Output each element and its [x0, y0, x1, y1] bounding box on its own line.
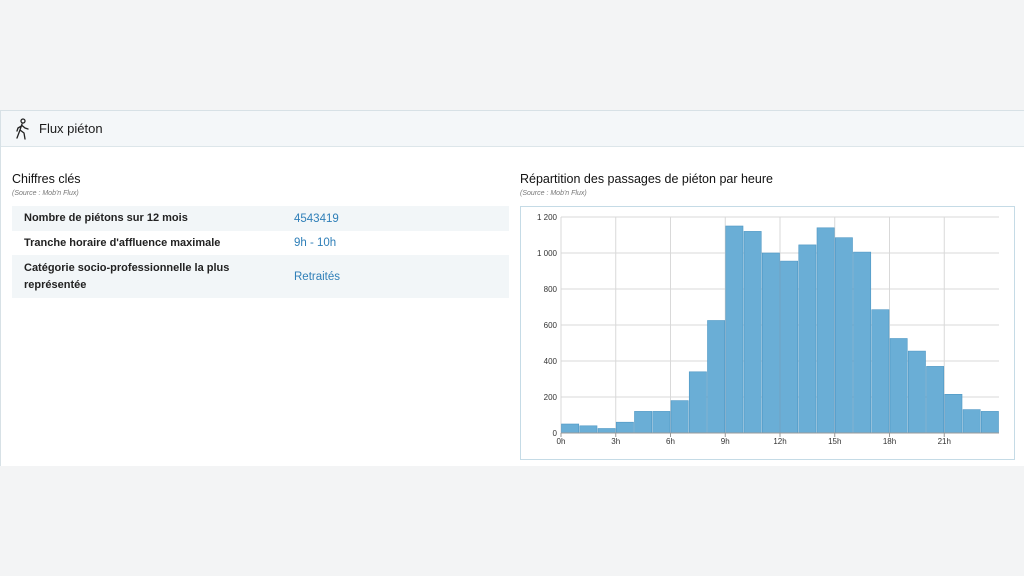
- row-label: Catégorie socio-professionnelle la plus …: [24, 261, 230, 291]
- histogram-bar: [561, 423, 580, 434]
- histogram-bar: [615, 421, 634, 434]
- histogram-bar: [798, 244, 817, 434]
- row-value: 9h - 10h: [294, 237, 337, 249]
- histogram-bar: [926, 366, 945, 434]
- row-value: Retraités: [294, 270, 341, 283]
- x-tick-label: 21h: [938, 437, 951, 446]
- histogram-bar: [688, 371, 707, 434]
- row-value: 4543419: [294, 212, 339, 225]
- histogram-bar: [707, 320, 726, 434]
- histogram-bar: [834, 237, 853, 434]
- pedestrian-walking-icon: [16, 117, 29, 140]
- x-tick-label: 12h: [773, 437, 786, 446]
- x-tick-label: 18h: [883, 437, 896, 446]
- histogram-bar: [871, 309, 890, 434]
- histogram-bar: [889, 338, 908, 434]
- histogram-bar: [725, 225, 744, 434]
- key-figures-table: Nombre de piétons sur 12 mois 4543419 Tr…: [12, 206, 509, 298]
- chart-source: (Source : Mob'n Flux): [520, 190, 587, 197]
- key-figures-title: Chiffres clés: [12, 172, 81, 186]
- histogram-bar: [980, 411, 999, 434]
- y-tick-label: 1 200: [537, 213, 558, 222]
- histogram-bar: [579, 425, 598, 434]
- histogram-bar: [597, 428, 616, 434]
- chart-container: 0 200 400 600 800 1 000 1 200 0h 3h 6h 9h 12h 15h 18h…: [520, 206, 1015, 460]
- hourly-histogram: 02004006008001 0001 2000h 3h 6h 9h 12h 15h 18h…: [537, 213, 999, 446]
- table-row: Tranche horaire d'affluence maximale 9h …: [12, 231, 509, 255]
- key-figures-source: (Source : Mob'n Flux): [12, 190, 79, 197]
- histogram-bar: [761, 252, 780, 434]
- row-label: Tranche horaire d'affluence maximale: [24, 236, 221, 249]
- pedestrian-flow-panel: Flux piéton Chiffres clés (Source : Mob'…: [0, 110, 1024, 466]
- histogram-bar: [780, 260, 799, 434]
- x-tick-label: 3h: [611, 437, 620, 446]
- histogram-bar: [944, 394, 963, 434]
- histogram-bar: [652, 411, 671, 434]
- histogram-bar: [743, 231, 762, 434]
- histogram-bar: [816, 227, 835, 434]
- table-row: Catégorie socio-professionnelle la plus …: [12, 255, 509, 298]
- histogram-bar: [907, 350, 926, 434]
- histogram-bar: [634, 411, 653, 434]
- histogram-bar: [670, 400, 689, 434]
- x-tick-label: 6h: [666, 437, 675, 446]
- chart-title: Répartition des passages de piéton par h…: [520, 172, 773, 186]
- y-tick-label: 1 000: [537, 249, 558, 258]
- histogram-bar: [962, 409, 981, 434]
- x-tick-label: 0h: [557, 437, 566, 446]
- histogram-bar: [853, 251, 872, 434]
- panel-header: Flux piéton: [1, 111, 1024, 147]
- panel-title: Flux piéton: [39, 121, 103, 136]
- row-label: Nombre de piétons sur 12 mois: [24, 212, 188, 224]
- y-tick-label: 600: [544, 321, 558, 330]
- y-tick-label: 400: [544, 357, 558, 366]
- x-tick-label: 9h: [721, 437, 730, 446]
- table-row: Nombre de piétons sur 12 mois 4543419: [12, 206, 509, 231]
- y-tick-label: 800: [544, 285, 558, 294]
- y-tick-label: 200: [544, 393, 558, 402]
- x-tick-label: 15h: [828, 437, 841, 446]
